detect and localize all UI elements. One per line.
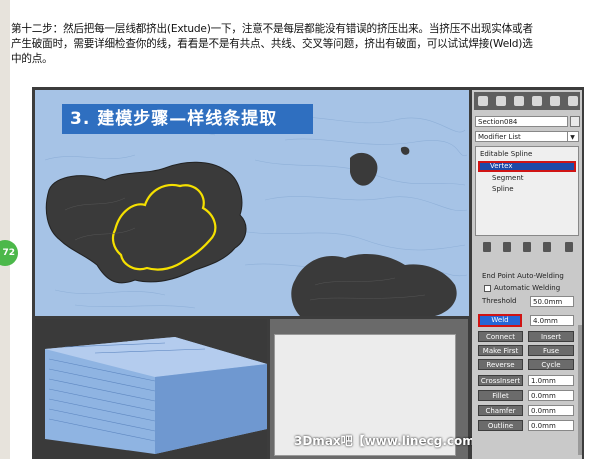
small-island-dot xyxy=(400,146,410,155)
command-panel-tabs xyxy=(474,92,580,110)
crossinsert-spinner[interactable]: 1.0mm xyxy=(528,375,574,386)
main-island xyxy=(45,161,247,284)
object-name-field[interactable]: Section084 xyxy=(475,116,568,127)
configure-sets-icon[interactable] xyxy=(565,242,573,252)
weld-button[interactable]: Weld xyxy=(478,314,522,327)
modify-tab-icon[interactable] xyxy=(496,96,506,106)
object-color-swatch[interactable] xyxy=(570,116,580,127)
modifier-list-label: Modifier List xyxy=(478,133,521,141)
connect-button[interactable]: Connect xyxy=(478,331,523,342)
step-title-banner: 3. 建模步骤—样线条提取 xyxy=(62,104,313,134)
automatic-welding-checkbox[interactable] xyxy=(484,285,491,292)
stack-toolbar xyxy=(475,240,579,254)
make-first-button[interactable]: Make First xyxy=(478,345,523,356)
weld-spinner[interactable]: 4.0mm xyxy=(530,315,574,326)
fillet-button[interactable]: Fillet xyxy=(478,390,523,401)
lower-island xyxy=(291,254,457,316)
command-panel-scrollbar[interactable] xyxy=(578,325,582,455)
stack-item-segment[interactable]: Segment xyxy=(492,174,524,182)
modifier-stack: Editable Spline Vertex Segment Spline xyxy=(475,146,579,236)
3dsmax-screenshot: 3. 建模步骤—样线条提取 3Dmax吧【www.linecg.com/tieb… xyxy=(32,87,584,459)
paragraph-line-3: 中的点。 xyxy=(11,53,53,65)
fuse-button[interactable]: Fuse xyxy=(528,345,574,356)
utilities-tab-icon[interactable] xyxy=(568,96,578,106)
motion-tab-icon[interactable] xyxy=(532,96,542,106)
hierarchy-tab-icon[interactable] xyxy=(514,96,524,106)
instruction-paragraph: 第十二步：然后把每一层线都挤出(Extude)一下，注意不是每层都能没有错误的挤… xyxy=(11,22,605,67)
top-viewport[interactable]: 3. 建模步骤—样线条提取 xyxy=(35,90,469,316)
paragraph-line-2: 产生破面时，需要详细检查你的线，看看是不是有共点、共线、交叉等问题，挤出有破面，… xyxy=(11,38,533,50)
chevron-down-icon: ▼ xyxy=(567,132,577,141)
stack-item-editable-spline[interactable]: Editable Spline xyxy=(480,150,532,158)
stack-item-vertex[interactable]: Vertex xyxy=(478,161,576,172)
vertex-label: Vertex xyxy=(490,162,513,170)
display-tab-icon[interactable] xyxy=(550,96,560,106)
cycle-button[interactable]: Cycle xyxy=(528,359,574,370)
perspective-viewport[interactable] xyxy=(35,319,267,459)
remove-modifier-icon[interactable] xyxy=(543,242,551,252)
threshold-spinner[interactable]: 50.0mm xyxy=(530,296,574,307)
create-tab-icon[interactable] xyxy=(478,96,488,106)
threshold-label: Threshold xyxy=(482,297,517,305)
paragraph-line-1: 第十二步：然后把每一层线都挤出(Extude)一下，注意不是每层都能没有错误的挤… xyxy=(11,23,533,35)
reverse-button[interactable]: Reverse xyxy=(478,359,523,370)
chamfer-spinner[interactable]: 0.0mm xyxy=(528,405,574,416)
chamfer-button[interactable]: Chamfer xyxy=(478,405,523,416)
crossinsert-button[interactable]: CrossInsert xyxy=(478,375,523,386)
command-panel: Section084 Modifier List ▼ Editable Spli… xyxy=(472,90,582,459)
outline-spinner[interactable]: 0.0mm xyxy=(528,420,574,431)
fillet-spinner[interactable]: 0.0mm xyxy=(528,390,574,401)
stack-item-spline[interactable]: Spline xyxy=(492,185,514,193)
automatic-welding-label: Automatic Welding xyxy=(494,284,561,292)
page-left-edge xyxy=(0,0,10,459)
modifier-list-dropdown[interactable]: Modifier List ▼ xyxy=(475,131,579,142)
insert-button[interactable]: Insert xyxy=(528,331,574,342)
pin-stack-icon[interactable] xyxy=(483,242,491,252)
make-unique-icon[interactable] xyxy=(523,242,531,252)
rollout-title: End Point Auto-Welding xyxy=(482,272,564,280)
terrain-3d-model xyxy=(45,337,267,454)
floating-counter-badge[interactable]: 72 xyxy=(0,240,18,266)
show-end-result-icon[interactable] xyxy=(503,242,511,252)
small-island-right xyxy=(350,152,378,186)
outline-button[interactable]: Outline xyxy=(478,420,523,431)
